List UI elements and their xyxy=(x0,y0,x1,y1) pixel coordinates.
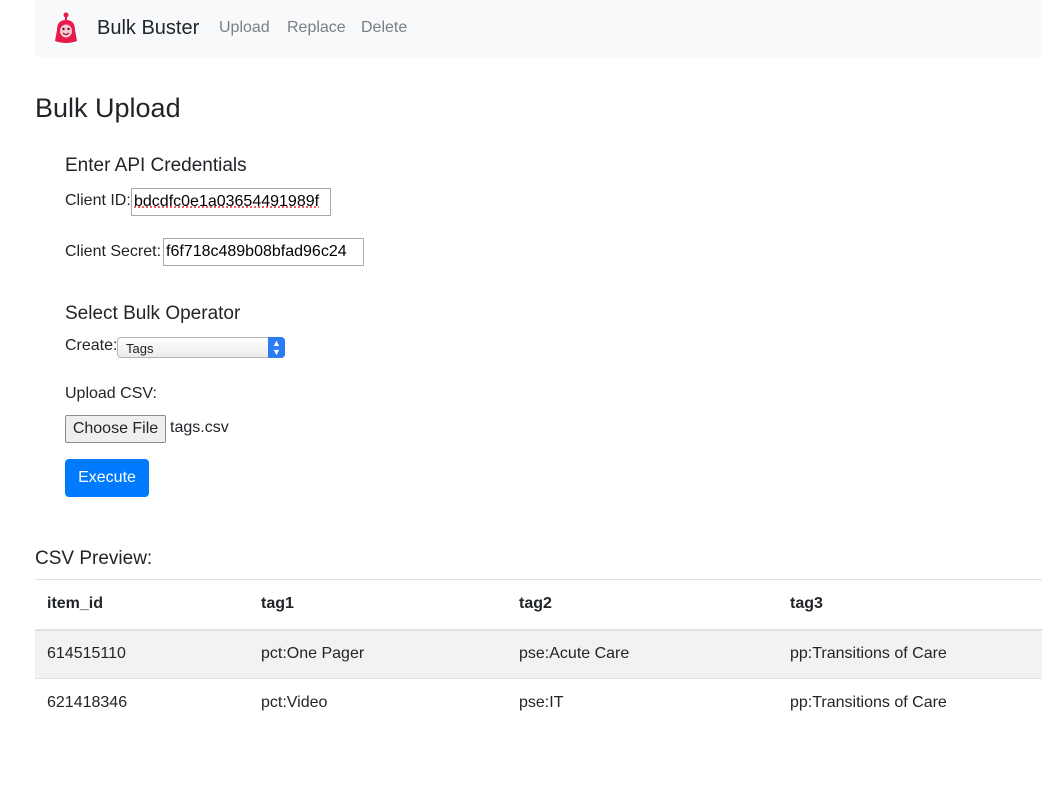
csv-preview-heading: CSV Preview: xyxy=(35,548,153,569)
upload-csv-label: Upload CSV: xyxy=(65,385,157,402)
chevron-updown-icon: ▲ ▼ xyxy=(268,337,285,358)
table-row: 621418346 pct:Video pse:IT pp:Transition… xyxy=(35,679,1042,728)
column-header: tag3 xyxy=(790,595,823,613)
column-header: tag2 xyxy=(519,595,552,613)
csv-preview-table: item_id tag1 tag2 tag3 614515110 pct:One… xyxy=(35,579,1042,728)
table-header-row: item_id tag1 tag2 tag3 xyxy=(35,579,1042,630)
nav-link-upload[interactable]: Upload xyxy=(219,19,270,37)
navbar-brand[interactable]: Bulk Buster xyxy=(97,17,199,40)
client-secret-input[interactable] xyxy=(163,238,364,266)
client-id-input[interactable] xyxy=(131,188,331,216)
client-secret-label: Client Secret: xyxy=(65,243,162,260)
column-header: tag1 xyxy=(261,595,294,613)
navbar: Bulk Buster Upload Replace Delete xyxy=(35,0,1042,57)
execute-button[interactable]: Execute xyxy=(65,459,149,497)
table-row: 614515110 pct:One Pager pse:Acute Care p… xyxy=(35,629,1042,679)
selected-file-name: tags.csv xyxy=(170,419,229,436)
credentials-heading: Enter API Credentials xyxy=(65,155,247,176)
client-id-label: Client ID: xyxy=(65,192,131,209)
nav-link-replace[interactable]: Replace xyxy=(287,19,346,37)
table-cell: pse:IT xyxy=(519,694,564,712)
table-cell: 621418346 xyxy=(47,694,128,712)
table-cell: pp:Transitions of Care xyxy=(790,645,947,663)
table-cell: pp:Transitions of Care xyxy=(790,694,947,712)
table-cell: pct:Video xyxy=(261,694,328,712)
table-cell: pse:Acute Care xyxy=(519,645,630,663)
nav-link-delete[interactable]: Delete xyxy=(361,19,407,37)
operator-heading: Select Bulk Operator xyxy=(65,303,241,324)
table-cell: pct:One Pager xyxy=(261,645,365,663)
choose-file-button[interactable]: Choose File xyxy=(65,415,166,443)
create-label: Create: xyxy=(65,337,118,354)
page-title: Bulk Upload xyxy=(35,93,181,123)
robot-icon[interactable] xyxy=(52,12,80,46)
table-cell: 614515110 xyxy=(47,645,126,663)
column-header: item_id xyxy=(47,595,104,613)
create-select-value: Tags xyxy=(126,341,154,356)
create-select[interactable]: Tags ▲ ▼ xyxy=(117,337,285,358)
